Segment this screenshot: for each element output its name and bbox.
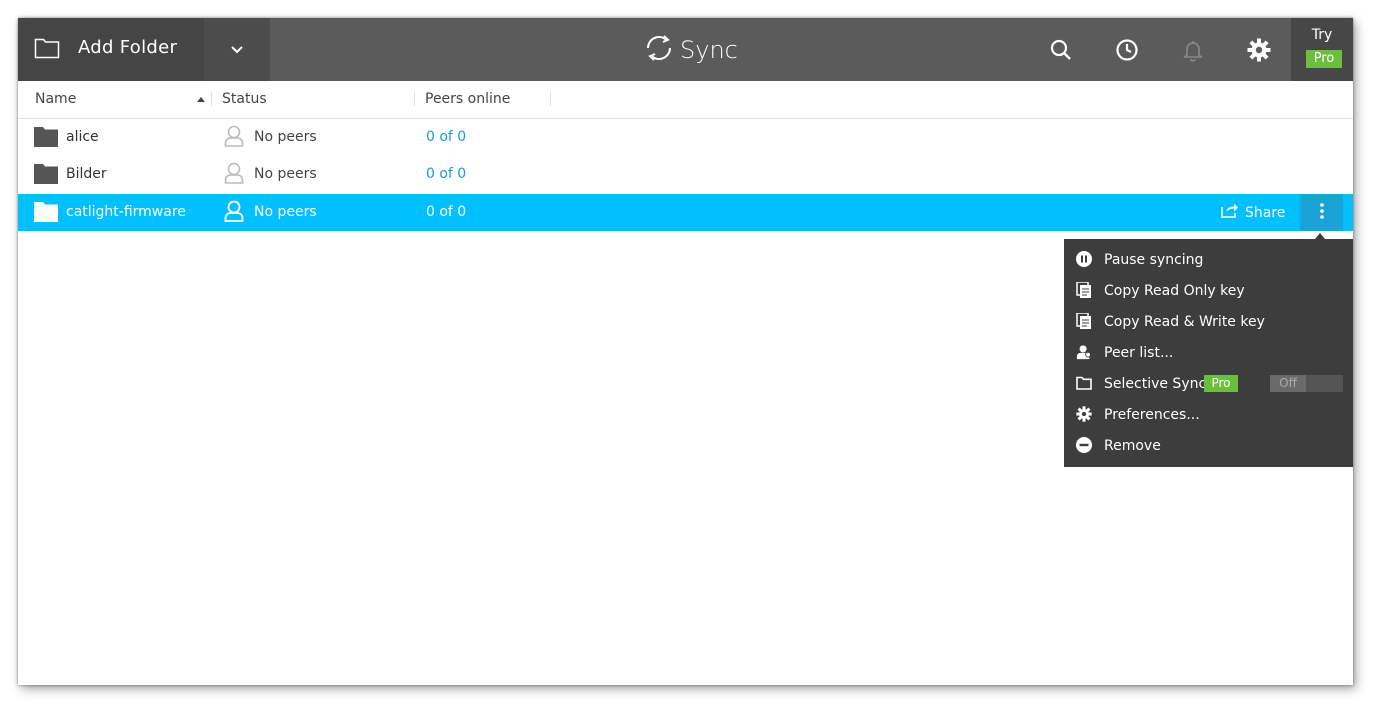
kebab-menu-icon xyxy=(1319,202,1325,224)
gear-icon xyxy=(1076,406,1092,422)
folder-status: No peers xyxy=(254,204,317,220)
column-name-header[interactable]: Name xyxy=(35,91,76,107)
try-label: Try xyxy=(1311,27,1333,43)
gear-icon[interactable] xyxy=(1244,35,1274,65)
folder-row-selected[interactable]: catlight-firmware No peers 0 of 0 Share xyxy=(18,194,1353,231)
sync-logo-icon xyxy=(644,33,674,67)
menu-item-label: Copy Read Only key xyxy=(1104,283,1245,299)
folder-outline-icon xyxy=(1076,375,1092,391)
peers-online-link[interactable]: 0 of 0 xyxy=(426,204,466,220)
share-label: Share xyxy=(1245,205,1286,221)
copy-icon xyxy=(1076,313,1092,329)
folder-status: No peers xyxy=(254,129,317,145)
menu-item-peer-list[interactable]: Peer list... xyxy=(1064,337,1353,368)
app-window: Add Folder Sync Try Pro Name Status Peer… xyxy=(18,18,1353,685)
pro-badge: Pro xyxy=(1204,375,1238,392)
app-logo: Sync xyxy=(644,34,738,66)
folder-outline-icon xyxy=(34,37,60,63)
sort-ascending-icon xyxy=(197,97,205,102)
user-icon xyxy=(224,200,244,226)
menu-item-pause-syncing[interactable]: Pause syncing xyxy=(1064,244,1353,275)
selective-sync-toggle[interactable]: Off xyxy=(1270,375,1343,392)
try-pro-button[interactable]: Try Pro xyxy=(1291,18,1353,81)
search-icon[interactable] xyxy=(1046,35,1076,65)
folder-name: catlight-firmware xyxy=(66,204,186,220)
history-icon[interactable] xyxy=(1112,35,1142,65)
menu-item-copy-read-only-key[interactable]: Copy Read Only key xyxy=(1064,275,1353,306)
column-divider xyxy=(414,92,415,106)
folder-icon xyxy=(34,127,58,151)
menu-item-selective-sync[interactable]: Selective Sync Pro Off xyxy=(1064,368,1353,399)
peers-online-link[interactable]: 0 of 0 xyxy=(426,166,466,182)
chevron-down-icon xyxy=(230,40,244,59)
add-folder-label: Add Folder xyxy=(78,37,178,58)
pro-badge: Pro xyxy=(1306,50,1342,68)
add-folder-dropdown-button[interactable] xyxy=(204,18,270,81)
menu-item-label: Peer list... xyxy=(1104,345,1174,361)
peers-icon xyxy=(1076,344,1092,360)
folder-name: alice xyxy=(66,129,99,145)
copy-icon xyxy=(1076,282,1092,298)
menu-item-label: Remove xyxy=(1104,438,1161,454)
folder-row[interactable]: Bilder No peers 0 of 0 xyxy=(18,156,1353,193)
folder-context-menu: Pause syncing Copy Read Only key Copy Re… xyxy=(1064,239,1353,467)
share-button[interactable]: Share xyxy=(1221,202,1285,222)
folder-row[interactable]: alice No peers 0 of 0 xyxy=(18,119,1353,156)
column-divider xyxy=(550,92,551,106)
menu-item-remove[interactable]: Remove xyxy=(1064,430,1353,461)
folder-name: Bilder xyxy=(66,166,107,182)
pause-icon xyxy=(1076,251,1092,267)
column-header: Name Status Peers online xyxy=(18,81,1353,119)
menu-item-label: Pause syncing xyxy=(1104,252,1204,268)
folder-status: No peers xyxy=(254,166,317,182)
folder-icon xyxy=(34,164,58,188)
menu-item-label: Preferences... xyxy=(1104,407,1200,423)
folder-icon xyxy=(34,202,58,226)
column-peers-header[interactable]: Peers online xyxy=(425,91,510,107)
remove-icon xyxy=(1076,437,1092,453)
user-icon xyxy=(224,125,244,151)
app-title: Sync xyxy=(680,36,738,64)
toolbar: Add Folder Sync Try Pro xyxy=(18,18,1353,81)
bell-icon[interactable] xyxy=(1178,35,1208,65)
user-icon xyxy=(224,162,244,188)
more-options-button[interactable] xyxy=(1300,194,1343,231)
menu-item-label: Selective Sync xyxy=(1104,376,1207,392)
column-divider xyxy=(211,92,212,106)
column-status-header[interactable]: Status xyxy=(222,91,267,107)
menu-item-preferences[interactable]: Preferences... xyxy=(1064,399,1353,430)
menu-item-copy-read-write-key[interactable]: Copy Read & Write key xyxy=(1064,306,1353,337)
menu-item-label: Copy Read & Write key xyxy=(1104,314,1265,330)
peers-online-link[interactable]: 0 of 0 xyxy=(426,129,466,145)
toggle-state: Off xyxy=(1270,375,1306,392)
share-icon xyxy=(1221,202,1239,222)
add-folder-button[interactable]: Add Folder xyxy=(18,18,204,81)
